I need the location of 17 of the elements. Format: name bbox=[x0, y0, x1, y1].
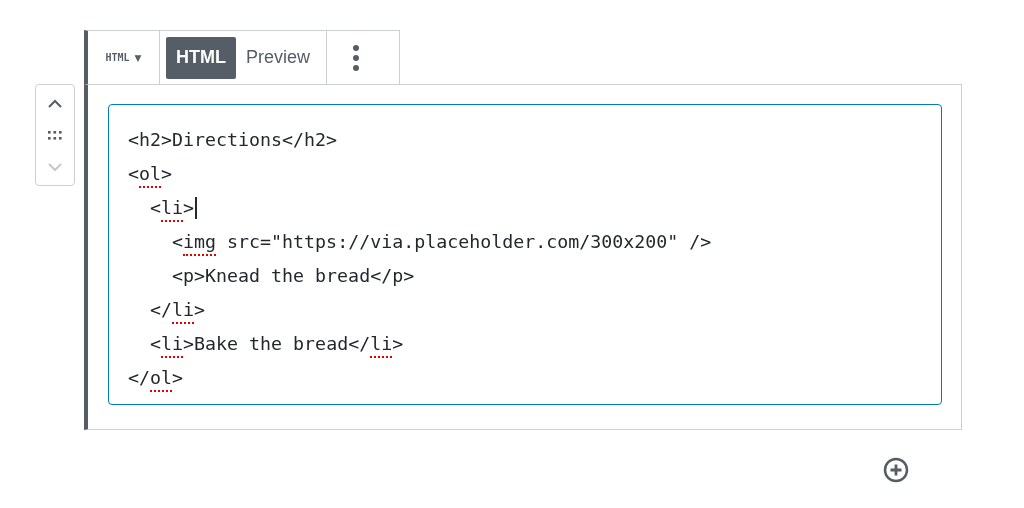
text-caret bbox=[195, 197, 197, 219]
add-block-button[interactable] bbox=[882, 456, 910, 484]
drag-handle-icon[interactable] bbox=[48, 130, 62, 140]
code-line: <h2>Directions</h2> bbox=[128, 127, 338, 152]
chevron-down-icon bbox=[48, 162, 62, 172]
code-line: </li> bbox=[128, 296, 206, 324]
code-line: <ol> bbox=[128, 160, 173, 188]
code-line: <li>Bake the bread</li> bbox=[128, 330, 404, 358]
code-line: </ol> bbox=[128, 364, 184, 392]
add-icon bbox=[882, 456, 910, 484]
code-editor[interactable]: <h2>Directions</h2> <ol> <li> <img src="https://via.placeholder.com/300x200" /> <p>Knead the bread</p> </li> <li>Bake the bread</li> </ol> bbox=[108, 104, 942, 405]
more-icon bbox=[353, 44, 359, 71]
chevron-up-icon bbox=[48, 98, 62, 108]
code-line: <li> bbox=[128, 194, 195, 222]
code-line: <img src="https://via.placeholder.com/300x200" /> bbox=[128, 228, 712, 256]
code-line: <p>Knead the bread</p> bbox=[171, 263, 415, 288]
mode-tab[interactable]: HTML bbox=[166, 36, 236, 79]
